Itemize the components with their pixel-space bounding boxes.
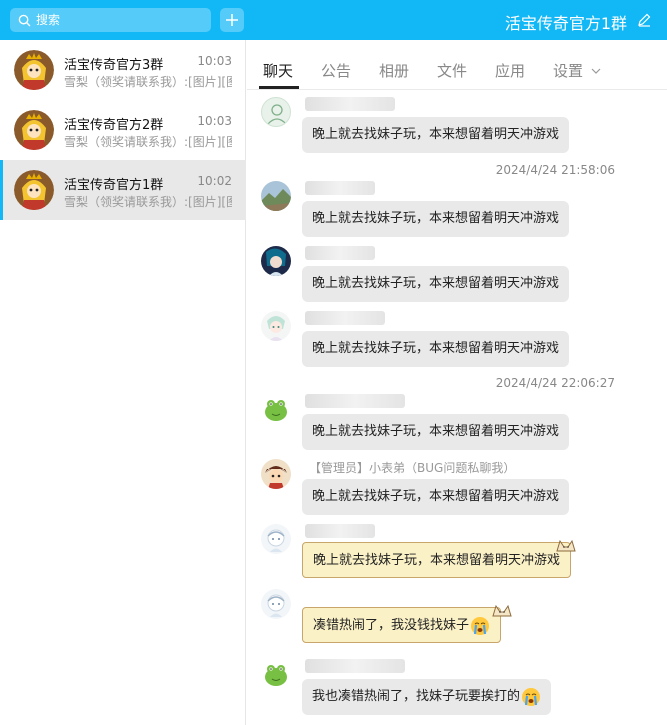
add-button[interactable]	[220, 8, 244, 32]
admin-avatar	[261, 459, 291, 489]
conversation-name: 活宝传奇官方2群	[64, 118, 164, 133]
blurred-sender-name	[305, 181, 375, 195]
conversation-preview: 雪梨（领奖请联系我）:[图片][图	[64, 75, 232, 89]
blurred-sender-name	[305, 394, 405, 408]
cat-ears-icon	[492, 604, 512, 617]
conversation-time: 10:03	[197, 114, 232, 128]
message-bubble[interactable]: 我也凑错热闹了，找妹子玩要挨打的	[302, 679, 552, 715]
timestamp: 2024/4/24 21:58:06	[495, 163, 615, 177]
user-avatar	[261, 97, 291, 127]
message-bubble[interactable]: 晚上就去找妹子玩，本来想留着明天冲游戏	[302, 331, 570, 367]
group-title: 活宝传奇官方1群	[504, 14, 627, 33]
conversation-name: 活宝传奇官方3群	[64, 58, 164, 73]
chat-window: 活宝传奇官方1群 活宝传奇官方3群 10:03 雪梨（领奖请联系我）:[图片][…	[0, 0, 667, 725]
top-bar: 活宝传奇官方1群	[0, 0, 667, 40]
conversation-name: 活宝传奇官方1群	[64, 178, 164, 193]
active-tab-indicator	[259, 86, 299, 89]
user-avatar	[261, 589, 291, 619]
message-bubble[interactable]: 晚上就去找妹子玩，本来想留着明天冲游戏	[302, 479, 570, 515]
conversation-item[interactable]: 活宝传奇官方2群 10:03 雪梨（领奖请联系我）:[图片][图	[0, 100, 246, 160]
timestamp: 2024/4/24 22:06:27	[495, 376, 615, 390]
conversation-item[interactable]: 活宝传奇官方3群 10:03 雪梨（领奖请联系我）:[图片][图	[0, 40, 246, 100]
message-bubble[interactable]: 晚上就去找妹子玩，本来想留着明天冲游戏	[302, 117, 570, 153]
blurred-sender-name	[305, 659, 405, 673]
crying-emoji-icon	[471, 616, 490, 635]
user-avatar	[261, 524, 291, 554]
user-avatar	[261, 181, 291, 211]
user-avatar	[261, 394, 291, 424]
tab-files[interactable]: 文件	[437, 60, 467, 81]
group-avatar	[14, 110, 54, 150]
group-avatar	[14, 170, 54, 210]
tab-announcement[interactable]: 公告	[321, 60, 351, 81]
cat-ears-icon	[556, 539, 576, 552]
conversation-preview: 雪梨（领奖请联系我）:[图片][图	[64, 195, 232, 209]
user-avatar	[261, 659, 291, 689]
chevron-down-icon	[591, 68, 601, 74]
group-avatar	[14, 50, 54, 90]
tab-settings-label: 设置	[553, 62, 584, 80]
tab-album[interactable]: 相册	[379, 60, 409, 81]
user-avatar	[261, 311, 291, 341]
tab-apps[interactable]: 应用	[495, 60, 525, 81]
message-text: 凑错热闹了，我没钱找妹子	[313, 618, 470, 633]
conversation-list: 活宝传奇官方3群 10:03 雪梨（领奖请联系我）:[图片][图 活宝传奇官方2…	[0, 40, 246, 725]
sender-name: 【管理员】小表弟（BUG问题私聊我）	[309, 461, 516, 475]
conversation-preview: 雪梨（领奖请联系我）:[图片][图	[64, 135, 232, 149]
search-icon	[18, 14, 31, 26]
message-bubble[interactable]: 晚上就去找妹子玩，本来想留着明天冲游戏	[302, 201, 570, 237]
tab-chat[interactable]: 聊天	[263, 60, 293, 81]
crying-emoji-icon	[522, 687, 541, 706]
search-input[interactable]	[36, 13, 196, 27]
user-avatar	[261, 246, 291, 276]
message-bubble[interactable]: 晚上就去找妹子玩，本来想留着明天冲游戏	[302, 414, 570, 450]
conversation-time: 10:02	[197, 174, 232, 188]
message-bubble[interactable]: 凑错热闹了，我没钱找妹子	[302, 607, 502, 643]
conversation-item-active[interactable]: 活宝传奇官方1群 10:02 雪梨（领奖请联系我）:[图片][图	[0, 160, 246, 220]
tab-bar: 聊天 公告 相册 文件 应用 设置	[247, 40, 667, 90]
plus-icon	[226, 14, 238, 26]
blurred-sender-name	[305, 246, 375, 260]
message-bubble[interactable]: 晚上就去找妹子玩，本来想留着明天冲游戏	[302, 542, 572, 578]
tab-settings[interactable]: 设置	[553, 60, 601, 81]
message-list[interactable]: 晚上就去找妹子玩，本来想留着明天冲游戏 2024/4/24 21:58:06 晚…	[247, 91, 667, 725]
blurred-sender-name	[305, 97, 395, 111]
search-box[interactable]	[10, 8, 211, 32]
message-text: 我也凑错热闹了，找妹子玩要挨打的	[312, 689, 521, 704]
blurred-sender-name	[305, 524, 375, 538]
message-bubble[interactable]: 晚上就去找妹子玩，本来想留着明天冲游戏	[302, 266, 570, 302]
conversation-time: 10:03	[197, 54, 232, 68]
edit-icon[interactable]	[637, 13, 651, 27]
blurred-sender-name	[305, 311, 385, 325]
